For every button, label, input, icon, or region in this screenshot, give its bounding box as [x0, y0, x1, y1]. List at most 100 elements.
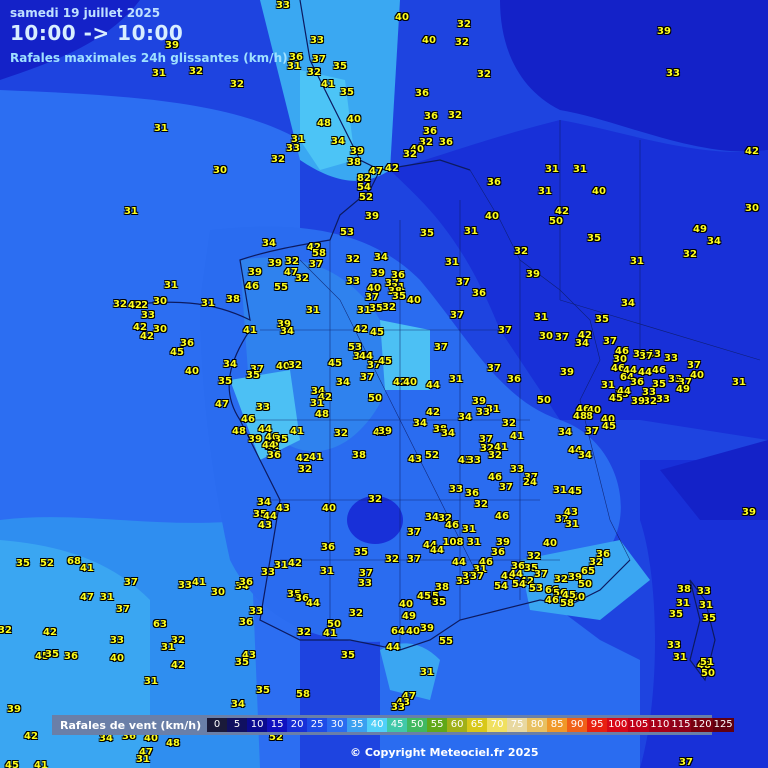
station-value: 33	[666, 68, 680, 79]
station-value: 37	[407, 527, 421, 538]
station-value: 35	[432, 597, 446, 608]
station-value: 49	[693, 224, 707, 235]
station-value: 32	[385, 554, 399, 565]
station-value: 49	[402, 611, 416, 622]
legend-cell: 125	[712, 718, 734, 732]
station-value: 39	[365, 211, 379, 222]
station-value: 48	[317, 118, 331, 129]
station-value: 34	[99, 733, 113, 744]
station-value: 32	[477, 69, 491, 80]
station-value: 35	[340, 87, 354, 98]
station-value: 42	[128, 300, 142, 311]
station-value: 46	[652, 365, 666, 376]
station-value: 31	[124, 206, 138, 217]
station-value: 45	[568, 486, 582, 497]
station-value: 45	[417, 591, 431, 602]
legend-cell: 10	[247, 718, 268, 732]
station-value: 31	[420, 667, 434, 678]
station-value: 31	[306, 305, 320, 316]
station-value: 35	[16, 558, 30, 569]
station-value: 51	[700, 657, 714, 668]
station-value: 55	[439, 636, 453, 647]
station-value: 37	[312, 54, 326, 65]
station-value: 32	[295, 273, 309, 284]
station-value: 40	[690, 370, 704, 381]
station-value: 39	[420, 623, 434, 634]
station-value: 32	[113, 299, 127, 310]
station-value: 31	[676, 598, 690, 609]
station-value: 31	[534, 312, 548, 323]
station-value: 44	[306, 598, 320, 609]
station-value: 108	[442, 537, 464, 548]
station-value: 30	[153, 296, 167, 307]
station-value: 41	[321, 79, 335, 90]
station-value: 31	[462, 524, 476, 535]
station-value: 35	[354, 547, 368, 558]
station-value: 38	[226, 294, 240, 305]
station-value: 32	[285, 256, 299, 267]
station-value: 36	[239, 577, 253, 588]
station-value: 48	[232, 426, 246, 437]
station-value: 48	[573, 411, 587, 422]
station-value: 39	[472, 396, 486, 407]
station-value: 41	[323, 628, 337, 639]
station-value: 33	[249, 606, 263, 617]
station-value: 24	[523, 477, 537, 488]
legend-cell: 110	[649, 718, 671, 732]
station-value: 35	[669, 609, 683, 620]
station-value: 33	[467, 455, 481, 466]
station-value: 40	[485, 211, 499, 222]
station-value: 50	[578, 579, 592, 590]
station-value: 39	[378, 426, 392, 437]
legend-cell: 85	[547, 718, 568, 732]
station-value: 35	[256, 685, 270, 696]
station-value: 41	[290, 426, 304, 437]
station-value: 35	[45, 649, 59, 660]
station-value: 65	[581, 566, 595, 577]
station-value: 31	[732, 377, 746, 388]
station-value: 38	[677, 584, 691, 595]
station-value: 35	[420, 228, 434, 239]
station-value: 36	[239, 617, 253, 628]
station-value: 31	[464, 226, 478, 237]
legend-cell: 105	[628, 718, 650, 732]
station-value: 30	[153, 324, 167, 335]
station-value: 31	[699, 600, 713, 611]
station-value: 34	[336, 377, 350, 388]
legend-scale: 0 5 10 15 20 25 30 35 40 45 50 55 60 65 70 75 80 85 90 95 10…	[207, 718, 734, 732]
station-value: 37	[365, 292, 379, 303]
copyright: © Copyright Meteociel.fr 2025	[350, 746, 539, 759]
station-value: 35	[235, 657, 249, 668]
station-value: 33	[310, 35, 324, 46]
station-value: 32	[297, 627, 311, 638]
station-value: 32	[307, 67, 321, 78]
station-value: 34	[441, 428, 455, 439]
station-value: 31	[161, 642, 175, 653]
station-value: 33	[141, 310, 155, 321]
station-value: 37	[309, 259, 323, 270]
legend-title: Rafales de vent (km/h)	[60, 718, 202, 732]
station-value: 33	[110, 635, 124, 646]
station-value: 45	[5, 760, 19, 768]
forecast-date: samedi 19 juillet 2025	[10, 6, 161, 20]
station-value: 32	[643, 396, 657, 407]
station-value: 42	[171, 660, 185, 671]
station-value: 46	[241, 414, 255, 425]
station-value: 31	[320, 566, 334, 577]
station-value: 33	[346, 276, 360, 287]
station-value: 31	[445, 257, 459, 268]
station-value: 48	[166, 738, 180, 749]
station-value: 58	[312, 248, 326, 259]
station-value: 32	[349, 608, 363, 619]
station-value: 30	[745, 203, 759, 214]
station-value: 36	[439, 137, 453, 148]
station-value: 32	[457, 19, 471, 30]
station-value: 31	[152, 68, 166, 79]
station-value: 37	[679, 757, 693, 768]
station-value: 39	[165, 40, 179, 51]
station-value: 31	[136, 754, 150, 765]
station-value: 41	[34, 760, 48, 768]
station-value: 34	[425, 512, 439, 523]
station-value: 52	[40, 558, 54, 569]
station-value: 42	[140, 331, 154, 342]
